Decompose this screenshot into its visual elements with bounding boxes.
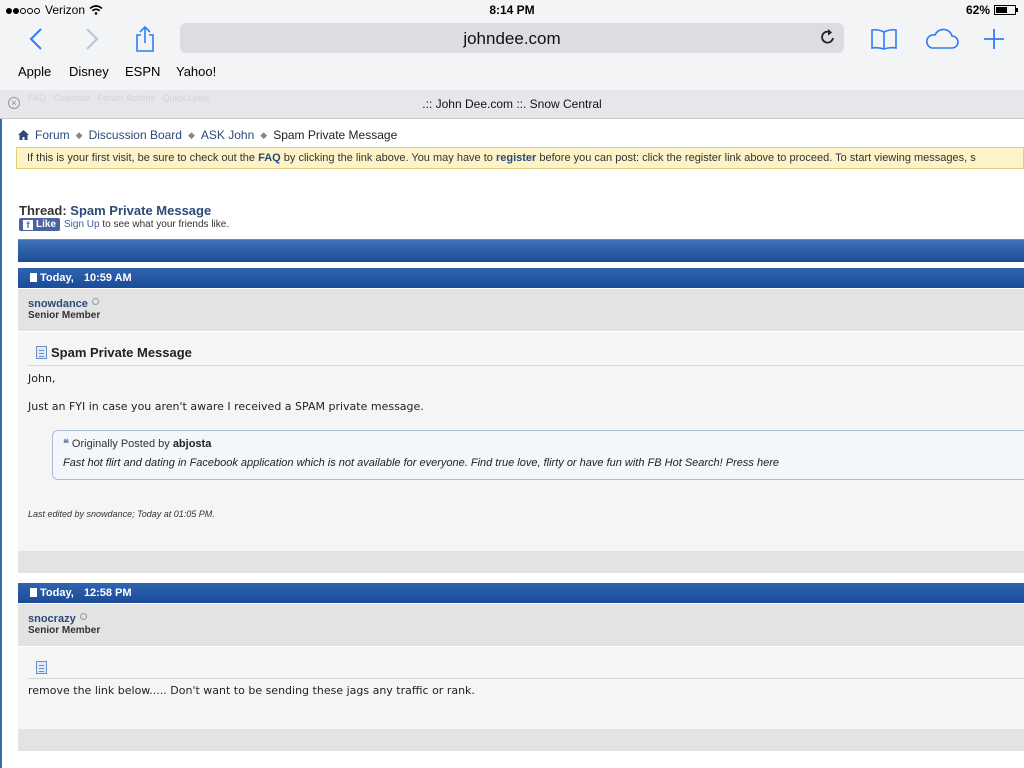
- post-text: Just an FYI in case you aren't aware I r…: [28, 400, 424, 413]
- bookmarks-button[interactable]: [868, 22, 900, 56]
- address-bar[interactable]: johndee.com: [180, 23, 844, 53]
- quote-icon: ❝: [63, 438, 69, 450]
- icloud-tabs-button[interactable]: [922, 22, 962, 56]
- username-link[interactable]: snowdance: [28, 298, 88, 310]
- post-title: [36, 660, 51, 675]
- status-bar: Verizon 8:14 PM 62%: [0, 0, 1024, 20]
- thread-navbar: [18, 239, 1024, 262]
- page-content: Forum ◆ Discussion Board ◆ ASK John ◆ Sp…: [0, 119, 1024, 768]
- facebook-icon: f: [23, 219, 33, 230]
- post-divider: [28, 678, 1024, 679]
- breadcrumb-separator-icon: ◆: [260, 129, 268, 140]
- plus-icon: [984, 29, 1004, 49]
- post-header: Today, 12:58 PM: [18, 583, 1024, 603]
- reload-button[interactable]: [820, 28, 836, 51]
- quote-header: ❝ Originally Posted by abjosta: [63, 438, 212, 450]
- breadcrumb-separator-icon: ◆: [75, 129, 83, 140]
- post-greeting: John,: [28, 372, 56, 385]
- battery-icon: [994, 5, 1018, 15]
- last-edited-note: Last edited by snowdance; Today at 01:05…: [28, 509, 215, 519]
- breadcrumb: Forum ◆ Discussion Board ◆ ASK John ◆ Sp…: [18, 128, 397, 142]
- facebook-signup-text: to see what your friends like.: [99, 219, 230, 230]
- facebook-signup-link[interactable]: Sign Up: [64, 219, 100, 230]
- cloud-icon: [926, 28, 959, 49]
- home-icon[interactable]: [18, 130, 29, 140]
- book-icon: [871, 28, 897, 50]
- battery-percent: 62%: [965, 3, 990, 17]
- tab-bar: × FAQ Calendar Forum Actions Quick Links…: [0, 90, 1024, 119]
- thread-title: Thread: Spam Private Message: [19, 203, 212, 218]
- breadcrumb-current: Spam Private Message: [273, 128, 398, 142]
- breadcrumb-separator-icon: ◆: [187, 129, 195, 140]
- bookmarks-bar: Apple Disney ESPN Yahoo!: [0, 60, 1024, 90]
- post-userinfo: snocrazy Senior Member: [18, 604, 1024, 646]
- bookmark-yahoo[interactable]: Yahoo!: [176, 64, 216, 79]
- breadcrumb-ask-john[interactable]: ASK John: [201, 128, 254, 142]
- register-link[interactable]: register: [496, 152, 536, 164]
- post-body: remove the link below..... Don't want to…: [18, 647, 1024, 729]
- post-footer: [18, 729, 1024, 751]
- quote-text: Fast hot flirt and dating in Facebook ap…: [63, 457, 779, 469]
- quote-box: ❝ Originally Posted by abjosta Fast hot f…: [52, 430, 1024, 480]
- battery-fill: [996, 7, 1007, 13]
- user-rank: Senior Member: [28, 310, 101, 321]
- breadcrumb-discussion-board[interactable]: Discussion Board: [89, 128, 182, 142]
- offline-status-icon: [79, 613, 87, 620]
- chevron-right-icon: [86, 28, 99, 50]
- faq-link[interactable]: FAQ: [258, 152, 281, 164]
- url-text: johndee.com: [463, 29, 561, 48]
- bookmark-espn[interactable]: ESPN: [125, 64, 160, 79]
- breadcrumb-forum[interactable]: Forum: [35, 128, 70, 142]
- share-icon: [136, 25, 154, 52]
- post-userinfo: snowdance Senior Member: [18, 289, 1024, 331]
- post-text: remove the link below..... Don't want to…: [28, 684, 475, 697]
- bookmark-apple[interactable]: Apple: [18, 64, 51, 79]
- post-divider: [28, 365, 1024, 366]
- post-doc-icon: [30, 588, 37, 597]
- post-body: Spam Private Message John, Just an FYI i…: [18, 332, 1024, 551]
- post-doc-icon: [30, 273, 37, 282]
- facebook-like-row: f Like Sign Up to see what your friends …: [19, 218, 229, 231]
- browser-toolbar: johndee.com: [0, 20, 1024, 60]
- username-link[interactable]: snocrazy: [28, 613, 76, 625]
- post-footer: [18, 551, 1024, 573]
- facebook-like-button[interactable]: f Like: [19, 218, 61, 231]
- post-icon: [36, 346, 47, 359]
- user-rank: Senior Member: [28, 625, 101, 636]
- thread-title-link[interactable]: Spam Private Message: [70, 203, 211, 218]
- post-icon: [36, 661, 47, 674]
- quote-author[interactable]: abjosta: [173, 438, 212, 450]
- tab-title: .:: John Dee.com ::. Snow Central: [422, 97, 602, 111]
- post-title: Spam Private Message: [36, 345, 192, 360]
- forward-button[interactable]: [78, 22, 106, 56]
- chevron-left-icon: [29, 28, 42, 50]
- bookmark-disney[interactable]: Disney: [69, 64, 109, 79]
- left-border: [0, 119, 2, 768]
- reload-icon: [821, 29, 834, 44]
- share-button[interactable]: [130, 22, 160, 56]
- back-button[interactable]: [22, 22, 50, 56]
- offline-status-icon: [91, 298, 99, 305]
- new-tab-button[interactable]: [980, 22, 1008, 56]
- clock: 8:14 PM: [489, 3, 535, 17]
- first-visit-notice: If this is your first visit, be sure to …: [16, 147, 1024, 169]
- post-header: Today, 10:59 AM: [18, 268, 1024, 288]
